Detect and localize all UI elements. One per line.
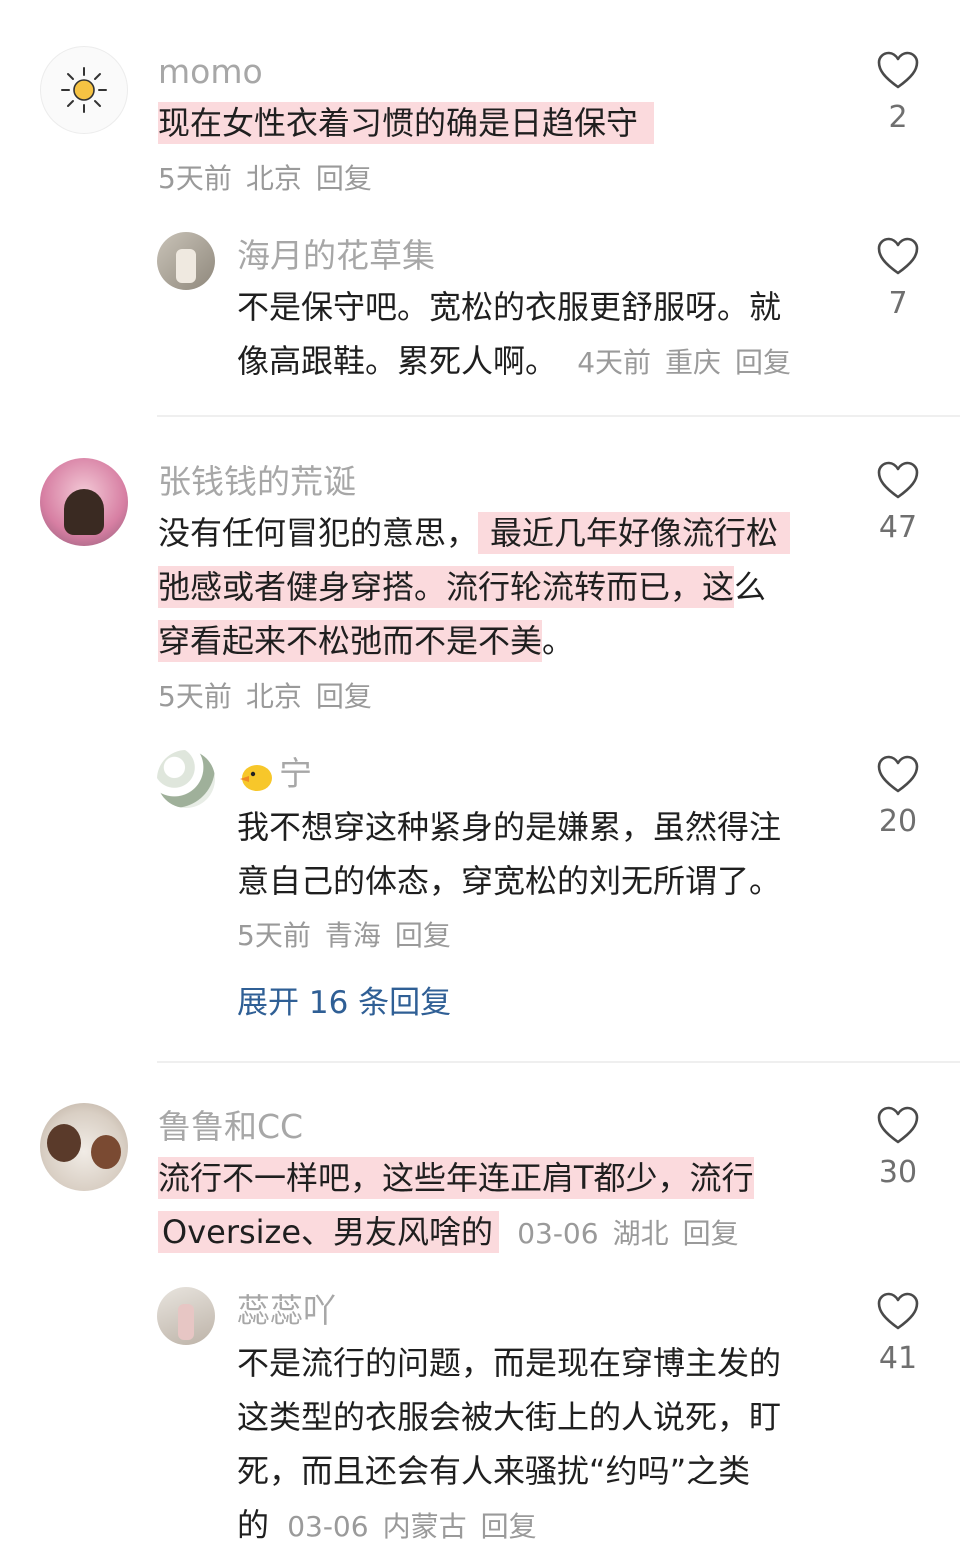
like-count: 7 bbox=[888, 286, 908, 321]
comment-time: 5天前 bbox=[158, 680, 232, 713]
reply-meta: 03-06 内蒙古 回复 bbox=[287, 1510, 550, 1543]
avatar-figure bbox=[178, 1304, 194, 1340]
comment-text: 现在女性衣着习惯的确是日趋保守 bbox=[158, 96, 655, 150]
comment-text-line1: 流行不一样吧，这些年连正肩T都少，流行 bbox=[158, 1151, 754, 1205]
reply-time: 5天前 bbox=[237, 919, 311, 952]
reply-button[interactable]: 回复 bbox=[316, 162, 372, 195]
like-count: 20 bbox=[878, 804, 918, 839]
avatar[interactable] bbox=[40, 458, 128, 546]
reply-time: 4天前 bbox=[577, 346, 652, 379]
reply-text-line3: 死，而且还会有人来骚扰“约吗”之类 bbox=[237, 1452, 751, 1490]
reply-text-line4: 的 03-06 内蒙古 回复 bbox=[237, 1498, 551, 1554]
avatar-figure bbox=[91, 1135, 121, 1169]
comment-text-highlight: Oversize、男友风啥的 bbox=[158, 1211, 500, 1253]
comment-text-plain: 没有任何冒犯的意思， bbox=[158, 514, 479, 552]
comments-page: momo 现在女性衣着习惯的确是日趋保守 5天前 北京 回复 2 海月的花草集 不是… bbox=[0, 0, 960, 1555]
like-button[interactable]: 2 bbox=[874, 50, 922, 136]
heart-icon bbox=[877, 1106, 919, 1144]
reply-username[interactable]: 蕊蕊吖 bbox=[237, 1289, 336, 1333]
comment-location: 北京 bbox=[245, 680, 302, 713]
reply-meta: 4天前 重庆 回复 bbox=[577, 346, 805, 379]
comment-text-highlight: 现在女性衣着习惯的确是日趋保守 bbox=[158, 102, 655, 144]
reply-button[interactable]: 回复 bbox=[395, 919, 451, 952]
reply-text-line2: 像高跟鞋。累死人啊。 4天前 重庆 回复 bbox=[237, 334, 805, 390]
reply-username[interactable]: 宁 bbox=[237, 752, 312, 796]
reply-location: 重庆 bbox=[665, 346, 722, 379]
avatar-figure bbox=[64, 489, 104, 535]
reply-username[interactable]: 海月的花草集 bbox=[237, 234, 435, 278]
like-button[interactable]: 7 bbox=[874, 236, 922, 322]
avatar-figure bbox=[47, 1124, 81, 1162]
reply-text-line1: 不是保守吧。宽松的衣服更舒服呀。就 bbox=[237, 288, 782, 326]
comment-location: 湖北 bbox=[612, 1217, 669, 1250]
divider bbox=[157, 1061, 960, 1063]
comment-text-highlight: 穿看起来不松弛而不是不美 bbox=[158, 620, 543, 662]
comment-text-line2: Oversize、男友风啥的 03-06 湖北 回复 bbox=[158, 1205, 753, 1261]
avatar[interactable] bbox=[157, 232, 215, 290]
divider bbox=[157, 415, 960, 417]
like-count: 2 bbox=[888, 100, 908, 135]
comment-username[interactable]: 鲁鲁和CC bbox=[158, 1105, 303, 1149]
reply-text-line1: 不是流行的问题，而是现在穿博主发的 bbox=[237, 1344, 782, 1382]
like-count: 30 bbox=[878, 1155, 918, 1190]
reply-location: 青海 bbox=[324, 919, 381, 952]
like-button[interactable]: 30 bbox=[874, 1105, 922, 1191]
comment-username[interactable]: 张钱钱的荒诞 bbox=[158, 460, 356, 504]
comment-text-highlight: 弛感或者健身穿搭。流行轮流转而已，这 bbox=[158, 566, 735, 608]
comment-time: 03-06 bbox=[517, 1217, 599, 1250]
reply-time: 03-06 bbox=[287, 1510, 369, 1543]
comment-username[interactable]: momo bbox=[158, 50, 263, 94]
expand-replies-button[interactable]: 展开 16 条回复 bbox=[237, 981, 451, 1025]
like-count: 41 bbox=[878, 1341, 918, 1376]
comment-text-line2: 弛感或者健身穿搭。流行轮流转而已，这么 bbox=[158, 560, 766, 614]
avatar[interactable] bbox=[157, 750, 215, 808]
like-button[interactable]: 20 bbox=[874, 754, 922, 840]
heart-icon bbox=[877, 51, 919, 89]
reply-button[interactable]: 回复 bbox=[683, 1217, 739, 1250]
avatar-figure bbox=[176, 249, 196, 283]
like-count: 47 bbox=[878, 510, 918, 545]
duck-emoji-icon bbox=[237, 759, 275, 793]
reply-button[interactable]: 回复 bbox=[316, 680, 372, 713]
reply-text-line1: 我不想穿这种紧身的是嫌累，虽然得注 bbox=[237, 808, 782, 846]
avatar[interactable] bbox=[40, 1103, 128, 1191]
reply-meta: 5天前 青海 回复 bbox=[237, 916, 465, 956]
avatar[interactable] bbox=[157, 1287, 215, 1345]
reply-button[interactable]: 回复 bbox=[735, 346, 791, 379]
sun-icon bbox=[61, 67, 107, 113]
reply-text: 像高跟鞋。累死人啊。 bbox=[237, 342, 558, 380]
comment-text-highlight: 流行不一样吧，这些年连正肩T都少，流行 bbox=[158, 1157, 754, 1199]
like-button[interactable]: 41 bbox=[874, 1291, 922, 1377]
comment-text-highlight: 最近几年好像流行松 bbox=[478, 512, 791, 554]
comment-time: 5天前 bbox=[158, 162, 232, 195]
heart-icon bbox=[877, 461, 919, 499]
reply-button[interactable]: 回复 bbox=[481, 1510, 537, 1543]
comment-meta: 5天前 北京 回复 bbox=[158, 159, 386, 199]
reply-text-line2: 这类型的衣服会被大街上的人说死，盯 bbox=[237, 1398, 782, 1436]
heart-icon bbox=[877, 1292, 919, 1330]
comment-meta: 03-06 湖北 回复 bbox=[517, 1217, 752, 1250]
reply-text: 的 bbox=[237, 1506, 270, 1544]
heart-icon bbox=[877, 755, 919, 793]
comment-text-plain: 么 bbox=[734, 568, 767, 606]
heart-icon bbox=[877, 237, 919, 275]
reply-location: 内蒙古 bbox=[382, 1510, 467, 1543]
reply-text-line2: 意自己的体态，穿宽松的刘无所谓了。 bbox=[237, 862, 782, 900]
comment-meta: 5天前 北京 回复 bbox=[158, 677, 386, 717]
like-button[interactable]: 47 bbox=[874, 460, 922, 546]
comment-text-line3: 穿看起来不松弛而不是不美。 bbox=[158, 614, 574, 668]
comment-text-plain: 。 bbox=[542, 622, 575, 660]
avatar[interactable] bbox=[40, 46, 128, 134]
comment-location: 北京 bbox=[245, 162, 302, 195]
comment-text-line1: 没有任何冒犯的意思， 最近几年好像流行松 bbox=[158, 506, 791, 560]
reply-username-text: 宁 bbox=[279, 754, 312, 793]
